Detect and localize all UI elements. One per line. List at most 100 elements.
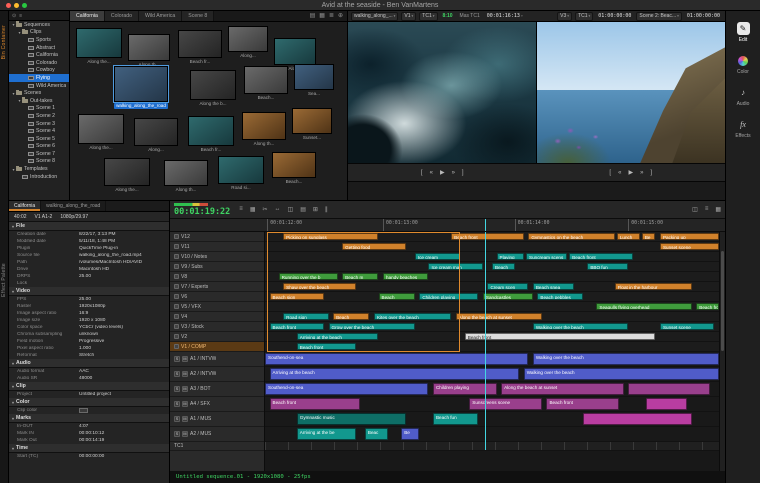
track-header[interactable]: SMA3 / BOT <box>170 382 264 397</box>
tree-item[interactable]: Scene 7 <box>9 150 69 158</box>
record-toggle-icon[interactable] <box>174 334 179 339</box>
tree-item[interactable]: Scene 3 <box>9 120 69 128</box>
track-header[interactable]: V4 <box>170 312 264 322</box>
menu-icon[interactable]: ≡ <box>239 206 243 213</box>
timeline-clip[interactable]: Along the beach at sunset <box>456 313 542 320</box>
timeline-clip[interactable]: Road sign <box>283 313 328 320</box>
section-header[interactable]: ▾Color <box>9 398 169 407</box>
record-control[interactable]: TC1▾ <box>575 12 593 21</box>
audio-track-lane[interactable]: Gymnastic musicBeach fun <box>265 412 719 427</box>
tree-item[interactable]: ▾Scenes <box>9 89 69 97</box>
grid-icon[interactable]: ▦ <box>250 206 256 213</box>
timeline-clip[interactable]: Sunset scene <box>660 323 714 330</box>
video-track-lane[interactable]: Ice creamPlayingSuncream scensBeach fron… <box>265 252 719 262</box>
tree-item[interactable]: ▾Sequences <box>9 21 69 29</box>
solo-button[interactable]: S <box>174 356 180 362</box>
record-toggle-icon[interactable] <box>174 304 179 309</box>
tree-item[interactable]: Sports <box>9 36 69 44</box>
step-forward-icon[interactable]: » <box>452 170 455 176</box>
timeline-clip[interactable] <box>628 383 710 395</box>
video-track-lane[interactable]: Beach signBeachChildren playingSandcastl… <box>265 292 719 302</box>
bin-clip[interactable]: Road si... <box>218 156 264 191</box>
bin-clip[interactable]: Beach... <box>244 66 288 101</box>
mark-in-icon[interactable]: [ <box>421 170 423 176</box>
settings-icon[interactable]: ⊕ <box>338 11 343 22</box>
tree-item[interactable]: Scene 5 <box>9 135 69 143</box>
video-track-lane[interactable]: Running over the bBeach mhandy beaches <box>265 272 719 282</box>
menu-icon[interactable]: ≡ <box>19 13 22 19</box>
overwrite-icon[interactable]: ⊞ <box>313 206 318 213</box>
bin-clip[interactable]: Along th... <box>164 160 208 193</box>
record-toggle-icon[interactable] <box>174 314 179 319</box>
bin-tab-scene-8[interactable]: Scene 8 <box>182 11 214 21</box>
audio-track-lane[interactable]: Beach frontSunscreens sceneBeach front <box>265 397 719 412</box>
solo-button[interactable]: S <box>174 371 180 377</box>
track-header[interactable]: V12 <box>170 232 264 242</box>
search-icon[interactable]: ⊙ <box>12 13 16 19</box>
step-back-icon[interactable]: « <box>430 170 433 176</box>
track-header[interactable]: V8 <box>170 272 264 282</box>
timeline-clip[interactable]: Beach <box>379 293 415 300</box>
timeline-clip[interactable]: Shaw over the beach <box>283 283 356 290</box>
track-header[interactable]: V9 / Subs <box>170 262 264 272</box>
timeline-clip[interactable]: Ice cream man <box>428 263 482 270</box>
timeline-clip[interactable]: Southend-on-sea <box>265 353 528 365</box>
timeline-clip[interactable]: Southend-on-sea <box>265 383 428 395</box>
tree-item[interactable]: Scene 1 <box>9 105 69 113</box>
timeline-clip[interactable]: BBQ fun <box>587 263 628 270</box>
timeline-clip[interactable]: Beach front <box>696 303 719 310</box>
bin-clip[interactable]: Along the b... <box>190 70 236 107</box>
mark-out-icon[interactable]: ] <box>462 170 464 176</box>
timeline-clip[interactable]: Lunch <box>617 233 640 240</box>
timeline-clip[interactable]: Beach front <box>297 343 356 350</box>
track-header[interactable]: SMA2 / INTVW <box>170 367 264 382</box>
timeline-clip[interactable]: Beach front <box>546 398 619 410</box>
frames-icon[interactable]: ▦ <box>319 11 325 22</box>
tree-item[interactable]: Cowboy <box>9 67 69 75</box>
tree-item[interactable]: Introduction <box>9 173 69 181</box>
video-track-lane[interactable]: Ice cream man Beach BBQ fun <box>265 262 719 272</box>
timeline-clip[interactable]: Picking on sunglass <box>283 233 378 240</box>
timeline-clip[interactable]: Beach pebbles <box>537 293 582 300</box>
timeline-clip[interactable]: handy beaches <box>383 273 428 280</box>
close-window-button[interactable] <box>6 3 11 8</box>
track-header[interactable]: SMA1 / INTVW <box>170 352 264 367</box>
text-icon[interactable]: ≣ <box>329 11 334 22</box>
source-control[interactable]: V1▾ <box>401 12 416 21</box>
source-control[interactable]: 00:01:16:13▾ <box>485 13 525 20</box>
timeline-clip[interactable] <box>583 413 692 425</box>
lift-icon[interactable]: ▤ <box>300 206 306 213</box>
video-track-lane[interactable]: Shaw over the beachCream scenBeach sneaF… <box>265 282 719 292</box>
tree-item[interactable]: California <box>9 51 69 59</box>
record-control[interactable]: 01:00:00:00 <box>596 13 633 20</box>
bin-clip[interactable]: Along... <box>228 26 268 59</box>
timeline-clip[interactable]: Suncream scens <box>526 253 567 260</box>
timeline-clip[interactable]: Seagulls flying overhead <box>596 303 691 310</box>
timeline-clip[interactable]: Gymnastic music <box>297 413 406 425</box>
tree-item[interactable]: ▾Templates <box>9 165 69 173</box>
source-control[interactable]: walking_along_...▾ <box>351 12 398 21</box>
record-toggle-icon[interactable] <box>174 324 179 329</box>
audio-track-lane[interactable]: Arriving at the beBeacBe <box>265 427 719 442</box>
track-header[interactable]: TC1 <box>170 442 264 451</box>
section-header[interactable]: ▾Clip <box>9 382 169 391</box>
timeline-clip[interactable]: Beach <box>492 263 515 270</box>
timeline-clip[interactable]: Sunscreens scene <box>469 398 542 410</box>
bin-frame-view[interactable]: Along the...Along th...walking_along_the… <box>70 22 347 200</box>
bin-clip[interactable]: Sea... <box>294 64 334 97</box>
workspace-audio[interactable]: ♪Audio <box>726 86 760 107</box>
source-control[interactable]: Mas TC1 <box>458 13 482 20</box>
timeline-clip[interactable]: Gymnastics on the beach <box>528 233 614 240</box>
timeline-clip[interactable]: Walking over the beach <box>533 323 628 330</box>
zoom-window-button[interactable] <box>22 3 27 8</box>
snap-icon[interactable]: ∥ <box>325 206 328 213</box>
bin-clip[interactable]: Along th... <box>242 112 286 147</box>
trim-icon[interactable]: ↔ <box>275 206 281 213</box>
video-track-lane[interactable]: Arriving at the beachBeach front <box>265 332 719 342</box>
mute-button[interactable]: M <box>182 401 188 407</box>
workspace-effects[interactable]: fxEffects <box>726 118 760 139</box>
timeline-vertical-scrollbar[interactable] <box>719 232 725 471</box>
track-header[interactable]: SMA1 / MUS <box>170 412 264 427</box>
rail-tab-effect-palette[interactable]: Effect Palette <box>1 263 7 297</box>
video-track-lane[interactable]: Picking on sunglassBeach frontGymnastics… <box>265 232 719 242</box>
